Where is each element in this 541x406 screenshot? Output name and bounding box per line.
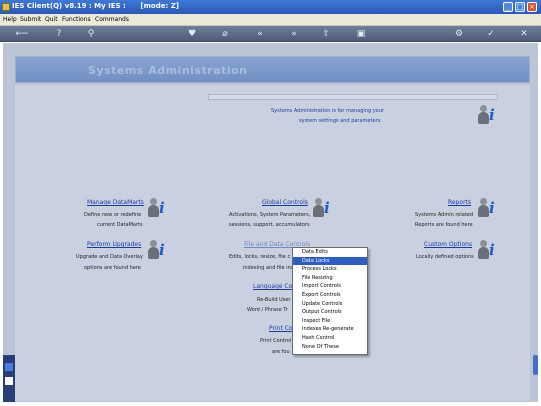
app-icon: [2, 3, 10, 11]
menu-item-import-controls[interactable]: Import Controls: [293, 282, 367, 291]
next-icon[interactable]: »: [287, 27, 301, 41]
print-controls-desc-1: Print Control: [260, 338, 292, 344]
window-icon[interactable]: ▣: [354, 27, 368, 41]
accept-icon[interactable]: ✓: [484, 27, 498, 41]
search-icon[interactable]: ⚲: [84, 27, 98, 41]
menu-help[interactable]: Help: [3, 16, 17, 23]
reports-info-icon[interactable]: i: [478, 198, 500, 220]
title-bar: IES Client(Q) v8.19 : My IES : [mode: Z]…: [0, 0, 541, 14]
file-data-controls-menu: Data Edits Data Locks Process Locks File…: [292, 247, 368, 355]
global-controls-info-icon[interactable]: i: [313, 198, 335, 220]
side-panel-icon[interactable]: [5, 363, 13, 371]
menu-item-update-controls[interactable]: Update Controls: [293, 300, 367, 309]
intro-line-2: system settings and parameters.: [299, 118, 382, 124]
manage-datamarts-desc-2: current DataMarts: [97, 222, 143, 228]
settings-icon[interactable]: ⚙: [452, 27, 466, 41]
menu-item-hash-control[interactable]: Hash Control: [293, 334, 367, 343]
perform-upgrades-desc-1: Upgrade and Data Overlay: [76, 254, 143, 260]
menu-item-indexes-regenerate[interactable]: Indexes Re-generate: [293, 325, 367, 334]
global-controls-desc-2: sessions, support, accumulators: [229, 222, 310, 228]
menu-item-none-of-these[interactable]: None Of These: [293, 343, 367, 352]
perform-upgrades-desc-2: options are found here: [84, 265, 141, 271]
menu-submit[interactable]: Submit: [20, 16, 41, 23]
custom-options-desc-1: Locally defined options: [416, 254, 474, 260]
clear-icon[interactable]: ⌀: [218, 27, 232, 41]
global-controls-link[interactable]: Global Controls: [262, 199, 308, 206]
language-controls-desc-2: Word / Phrase Tr: [247, 307, 288, 313]
divider-bar: [208, 94, 498, 100]
file-data-controls-desc-2: indexing and file insp: [243, 265, 297, 271]
page-title: Systems Administration: [88, 64, 248, 77]
intro-line-1: Systems Administration is for managing y…: [271, 108, 384, 114]
global-controls-desc-1: Activations, System Parameters,: [229, 212, 311, 218]
toolbar: ⟵ ? ⚲ ♥ ⌀ « » ⇧ ▣ ⚙ ✓ ✕: [0, 26, 541, 42]
manage-datamarts-desc-1: Define new or redefine: [84, 212, 142, 218]
cancel-icon[interactable]: ✕: [517, 27, 531, 41]
previous-icon[interactable]: «: [253, 27, 267, 41]
reports-desc-2: Reports are found here: [415, 222, 473, 228]
minimize-button[interactable]: _: [503, 2, 513, 12]
menu-item-process-locks[interactable]: Process Locks: [293, 265, 367, 274]
menu-item-export-controls[interactable]: Export Controls: [293, 291, 367, 300]
datamarts-info-icon[interactable]: i: [148, 198, 170, 220]
reports-link[interactable]: Reports: [448, 199, 471, 206]
menu-item-data-locks[interactable]: Data Locks: [293, 256, 367, 266]
custom-options-link[interactable]: Custom Options: [424, 241, 472, 248]
window-title: IES Client(Q) v8.19 : My IES : [mode: Z]: [12, 2, 179, 10]
print-controls-link[interactable]: Print Co: [269, 325, 293, 332]
menu-item-data-edits[interactable]: Data Edits: [293, 248, 367, 257]
close-window-button[interactable]: ×: [527, 2, 537, 12]
menu-quit[interactable]: Quit: [45, 16, 58, 23]
page-banner: Systems Administration: [15, 56, 530, 83]
language-controls-link[interactable]: Language Co: [253, 283, 292, 290]
file-data-controls-desc-1: Edits, locks, resize, file c: [229, 254, 291, 260]
maximize-button[interactable]: □: [515, 2, 525, 12]
favorite-icon[interactable]: ♥: [185, 27, 199, 41]
menu-commands[interactable]: Commands: [95, 16, 129, 23]
menu-item-file-resizing[interactable]: File Resizing: [293, 274, 367, 283]
back-icon[interactable]: ⟵: [12, 27, 32, 41]
language-controls-desc-1: Re-Build User: [257, 297, 291, 303]
side-strip: [3, 355, 15, 402]
reports-desc-1: Systems Admin related: [415, 212, 474, 218]
manage-datamarts-link[interactable]: Manage DataMarts: [87, 199, 144, 206]
print-controls-desc-2: are fou: [272, 349, 290, 355]
right-scroll-handle[interactable]: [533, 355, 538, 375]
upgrades-info-icon[interactable]: i: [148, 240, 170, 262]
admin-person-icon: i: [478, 105, 500, 127]
menu-bar: Help Submit Quit Functions Commands: [0, 14, 541, 26]
perform-upgrades-link[interactable]: Perform Upgrades: [87, 241, 141, 248]
side-info-icon[interactable]: [5, 377, 13, 385]
upload-icon[interactable]: ⇧: [319, 27, 333, 41]
help-icon[interactable]: ?: [52, 27, 66, 41]
menu-functions[interactable]: Functions: [62, 16, 91, 23]
menu-item-output-controls[interactable]: Output Controls: [293, 308, 367, 317]
menu-item-inspect-file[interactable]: Inspect File: [293, 317, 367, 326]
custom-options-info-icon[interactable]: i: [478, 240, 500, 262]
